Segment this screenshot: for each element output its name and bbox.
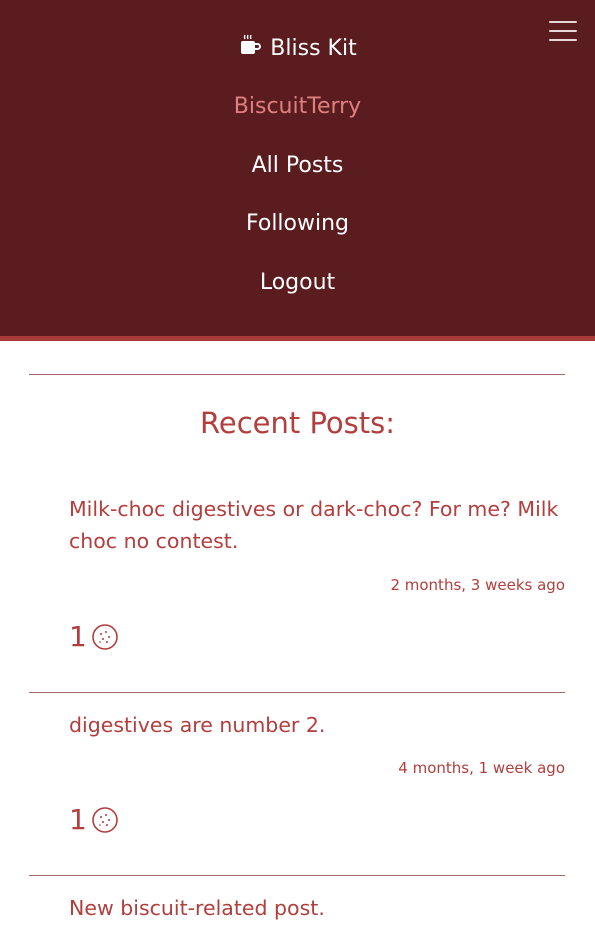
post-title[interactable]: digestives are number 2. <box>69 709 565 741</box>
brand-text: Bliss Kit <box>270 35 357 61</box>
post-title[interactable]: Milk-choc digestives or dark-choc? For m… <box>69 493 565 557</box>
nav-link-following[interactable]: Following <box>0 208 595 240</box>
hamburger-menu-icon[interactable] <box>549 18 577 44</box>
like-count: 1 <box>69 620 87 653</box>
page-title: Recent Posts: <box>200 406 395 440</box>
nav-link-logout[interactable]: Logout <box>0 267 595 299</box>
divider <box>29 374 565 375</box>
brand-link[interactable]: Bliss Kit <box>0 30 595 66</box>
post-timestamp: 2 months, 3 weeks ago <box>390 576 565 594</box>
like-count: 1 <box>69 803 87 836</box>
biscuit-like-icon[interactable] <box>91 623 119 651</box>
divider <box>29 875 565 876</box>
navbar: Bliss Kit BiscuitTerry All Posts Followi… <box>0 0 595 341</box>
coffee-mug-icon <box>238 33 262 63</box>
post-likes: 1 <box>69 620 119 653</box>
post-title[interactable]: New biscuit-related post. <box>69 892 565 924</box>
post-likes: 1 <box>69 803 119 836</box>
nav-link-user[interactable]: BiscuitTerry <box>0 91 595 123</box>
divider <box>29 692 565 693</box>
post-timestamp: 4 months, 1 week ago <box>398 759 565 777</box>
nav-link-all-posts[interactable]: All Posts <box>0 150 595 182</box>
biscuit-like-icon[interactable] <box>91 806 119 834</box>
